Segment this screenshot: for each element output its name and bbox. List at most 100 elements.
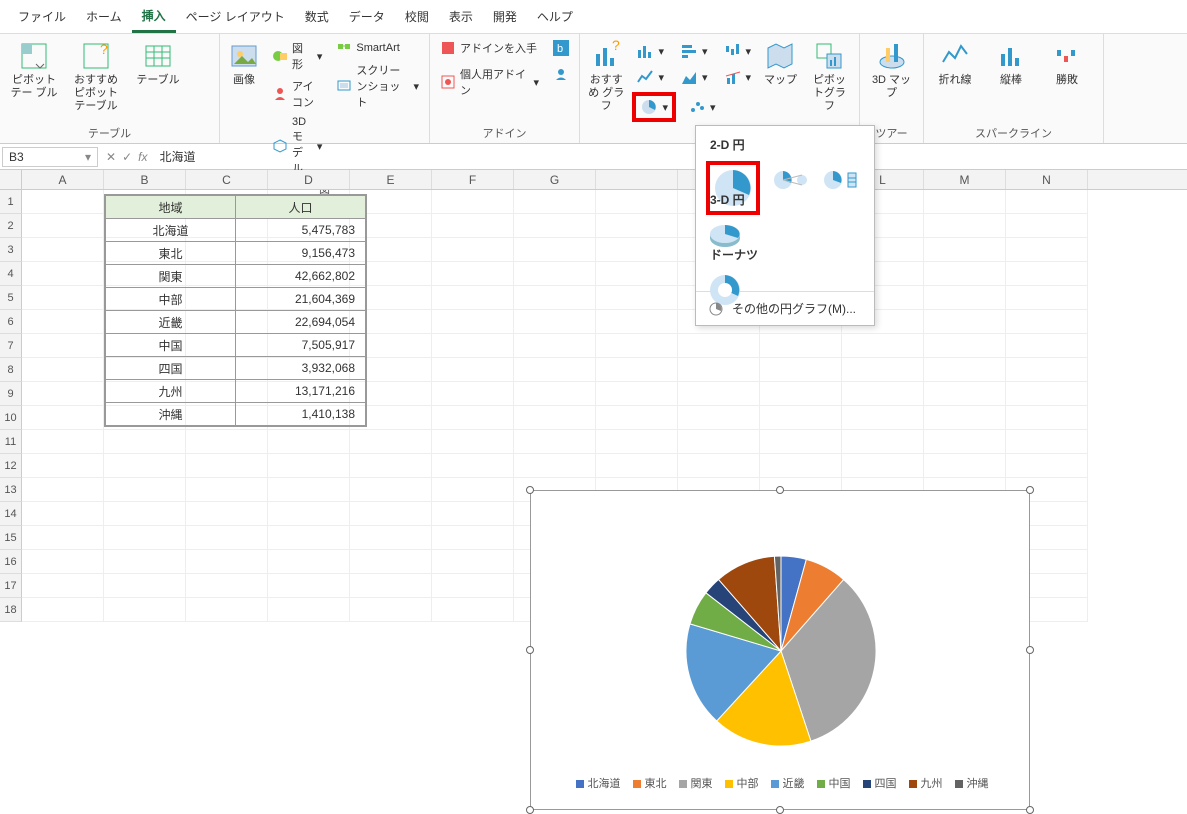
worksheet-grid[interactable]: ABCDEFGKLMN 123456789101112131415161718 …: [0, 170, 1187, 622]
cell[interactable]: [924, 430, 1006, 454]
cell[interactable]: [924, 286, 1006, 310]
cell[interactable]: [596, 454, 678, 478]
cell[interactable]: [22, 550, 104, 574]
cell[interactable]: [514, 406, 596, 430]
menu-ヘルプ[interactable]: ヘルプ: [527, 2, 583, 31]
cell[interactable]: [22, 382, 104, 406]
cell[interactable]: [924, 214, 1006, 238]
cell[interactable]: [678, 430, 760, 454]
row-header[interactable]: 15: [0, 526, 22, 550]
cell[interactable]: [924, 406, 1006, 430]
name-box[interactable]: B3▾: [2, 147, 98, 167]
cancel-icon[interactable]: ✕: [106, 150, 116, 164]
cell[interactable]: [186, 502, 268, 526]
cell[interactable]: [924, 454, 1006, 478]
table-button[interactable]: テーブル: [130, 38, 186, 89]
cell[interactable]: [760, 454, 842, 478]
row-header[interactable]: 13: [0, 478, 22, 502]
row-header[interactable]: 18: [0, 598, 22, 622]
cell[interactable]: [514, 334, 596, 358]
cell[interactable]: [104, 502, 186, 526]
cell[interactable]: [22, 238, 104, 262]
cell[interactable]: [1006, 262, 1088, 286]
cell[interactable]: [842, 406, 924, 430]
resize-handle[interactable]: [526, 646, 534, 654]
cell[interactable]: [760, 334, 842, 358]
cell[interactable]: [22, 526, 104, 550]
cell[interactable]: [432, 286, 514, 310]
row-header[interactable]: 1: [0, 190, 22, 214]
cell[interactable]: [842, 358, 924, 382]
cell[interactable]: [268, 502, 350, 526]
resize-handle[interactable]: [776, 486, 784, 494]
cell[interactable]: [514, 430, 596, 454]
cell[interactable]: [1006, 190, 1088, 214]
col-header[interactable]: D: [268, 170, 350, 189]
sparkline-line-button[interactable]: 折れ線: [930, 38, 980, 89]
cell[interactable]: [596, 310, 678, 334]
col-header[interactable]: G: [514, 170, 596, 189]
pie-chart-dropdown[interactable]: ▾: [632, 92, 676, 122]
cell[interactable]: [514, 310, 596, 334]
recommended-pivot-button[interactable]: ? おすすめ ピボットテーブル: [68, 38, 124, 116]
cell[interactable]: [186, 430, 268, 454]
sparkline-winloss-button[interactable]: 勝敗: [1042, 38, 1092, 89]
cell[interactable]: [104, 598, 186, 622]
cell[interactable]: [22, 310, 104, 334]
menu-ファイル[interactable]: ファイル: [8, 2, 76, 31]
col-header[interactable]: C: [186, 170, 268, 189]
sparkline-column-button[interactable]: 縦棒: [986, 38, 1036, 89]
scatter-chart-icon[interactable]: ▾: [684, 92, 720, 122]
row-header[interactable]: 10: [0, 406, 22, 430]
cell[interactable]: [22, 214, 104, 238]
cell[interactable]: [924, 190, 1006, 214]
cell[interactable]: [596, 334, 678, 358]
cell[interactable]: [186, 550, 268, 574]
cell[interactable]: [22, 502, 104, 526]
cell[interactable]: [596, 358, 678, 382]
menu-表示[interactable]: 表示: [439, 2, 483, 31]
bar-of-pie-option[interactable]: [822, 161, 860, 199]
row-header[interactable]: 2: [0, 214, 22, 238]
cell[interactable]: [596, 262, 678, 286]
row-header[interactable]: 16: [0, 550, 22, 574]
cell[interactable]: [22, 190, 104, 214]
icons-button[interactable]: アイコン: [268, 76, 326, 112]
combo-chart-icon[interactable]: ▾: [720, 66, 756, 88]
menu-ページ レイアウト[interactable]: ページ レイアウト: [176, 2, 295, 31]
cell[interactable]: [186, 478, 268, 502]
cell[interactable]: [678, 454, 760, 478]
cell[interactable]: [432, 262, 514, 286]
cell[interactable]: [924, 358, 1006, 382]
cell[interactable]: [268, 478, 350, 502]
cell[interactable]: [186, 598, 268, 622]
cell[interactable]: [350, 550, 432, 574]
cell[interactable]: [432, 334, 514, 358]
row-header[interactable]: 5: [0, 286, 22, 310]
row-header[interactable]: 4: [0, 262, 22, 286]
cell[interactable]: [596, 238, 678, 262]
cell[interactable]: [22, 286, 104, 310]
cell[interactable]: [596, 382, 678, 406]
col-header[interactable]: A: [22, 170, 104, 189]
cell[interactable]: [268, 598, 350, 622]
resize-handle[interactable]: [1026, 806, 1034, 814]
resize-handle[interactable]: [526, 806, 534, 814]
cell[interactable]: [1006, 382, 1088, 406]
cell[interactable]: [268, 550, 350, 574]
cell[interactable]: [186, 454, 268, 478]
col-header[interactable]: E: [350, 170, 432, 189]
3d-map-button[interactable]: 3D マップ: [866, 38, 917, 102]
get-addins-button[interactable]: アドインを入手: [436, 38, 543, 58]
pivot-chart-button[interactable]: ピボットグラフ: [806, 38, 853, 116]
cell[interactable]: [924, 238, 1006, 262]
cell[interactable]: [432, 574, 514, 598]
cell[interactable]: [186, 526, 268, 550]
cell[interactable]: [514, 190, 596, 214]
cell[interactable]: [22, 334, 104, 358]
cell[interactable]: [514, 454, 596, 478]
cell[interactable]: [432, 502, 514, 526]
resize-handle[interactable]: [1026, 646, 1034, 654]
cell[interactable]: [514, 262, 596, 286]
row-header[interactable]: 12: [0, 454, 22, 478]
